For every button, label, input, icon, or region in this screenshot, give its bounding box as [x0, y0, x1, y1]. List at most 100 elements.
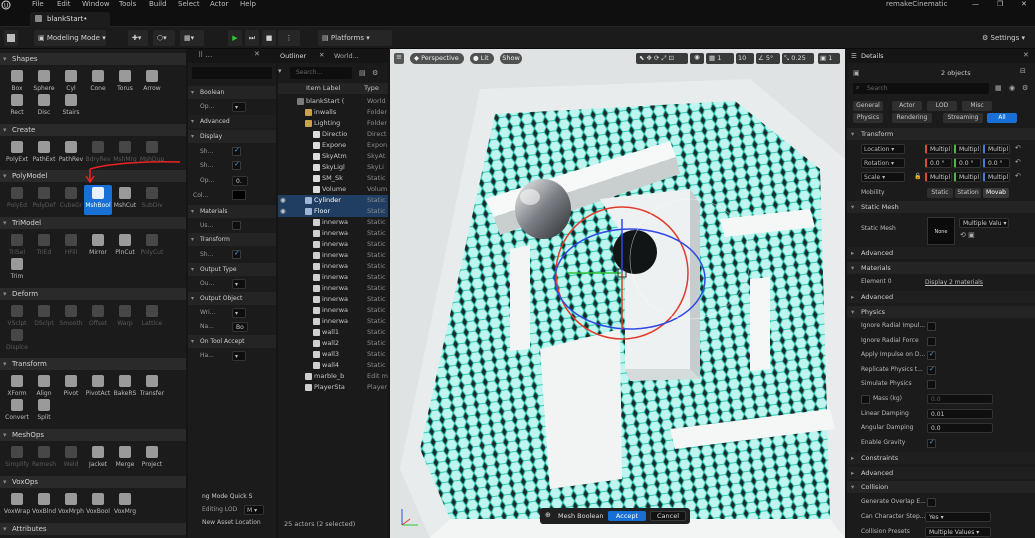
section-voxops[interactable]: VoxOps [0, 476, 186, 488]
grid-size[interactable]: 10 [736, 53, 754, 64]
menu-edit[interactable]: Edit [57, 0, 71, 8]
details-tab[interactable]: Details [861, 52, 884, 60]
unreal-logo-icon[interactable]: U [1, 0, 21, 10]
props-tab-icon[interactable]: ⠿ … [198, 51, 212, 59]
details-search-input[interactable]: Search [853, 83, 989, 94]
physics-hdr[interactable]: Physics [847, 306, 1035, 318]
location-dropdown[interactable]: Location ▾ [861, 144, 905, 154]
props-search[interactable] [192, 67, 272, 79]
reset-arrow-icon[interactable]: ↶ [1015, 144, 1021, 152]
outliner-row[interactable]: ◉ Floor Static [278, 206, 388, 217]
outliner-row[interactable]: innerwa Static [278, 272, 388, 283]
loc-y-field[interactable]: Multipl [954, 144, 981, 154]
tool-project[interactable]: Project [138, 444, 166, 474]
reset-arrow-icon[interactable]: ↶ [1015, 158, 1021, 166]
visibility-eye-icon[interactable]: ◉ [280, 206, 286, 217]
perspective-button[interactable]: ◆ Perspective [410, 53, 464, 64]
mode-dropdown[interactable]: ▣ Modeling Mode ▾ [34, 30, 106, 46]
section-deform[interactable]: Deform [0, 288, 186, 300]
loc-z-field[interactable]: Multipl [983, 144, 1010, 154]
menu-window[interactable]: Window [82, 0, 110, 8]
scale-dropdown[interactable]: Scale ▾ [861, 172, 905, 182]
tool-remesh[interactable]: Remesh [30, 444, 58, 474]
world-tab[interactable]: World... [334, 52, 359, 60]
outliner-row[interactable]: wall4 Static [278, 360, 388, 371]
filter-physics[interactable]: Physics [853, 113, 883, 123]
op-value-field[interactable]: 0. [232, 176, 248, 186]
sh2-checkbox[interactable] [232, 160, 241, 170]
menu-select[interactable]: Select [178, 0, 200, 8]
level-viewport[interactable]: ≡ ◆ Perspective ● Lit Show ⬉✥⟳⤢⊡ ◉ ▦ 1 1… [390, 49, 845, 538]
tool-mshmrg[interactable]: MshMrg [111, 139, 139, 169]
sh1-checkbox[interactable] [232, 146, 241, 156]
outliner-row[interactable]: innerwa Static [278, 228, 388, 239]
tool-split[interactable]: Split [30, 397, 58, 427]
outliner-row[interactable]: innerwa Static [278, 261, 388, 272]
filter-all[interactable]: All [987, 113, 1017, 123]
tool-hfill[interactable]: HFill [57, 232, 85, 262]
visibility-eye-icon[interactable]: ◉ [280, 195, 286, 206]
props-output-type-hdr[interactable]: Output Type [188, 263, 276, 276]
tool-mirror[interactable]: Mirror [84, 232, 112, 262]
outliner-row[interactable]: Directio Direct [278, 129, 388, 140]
tool-voxwrap[interactable]: VoxWrap [3, 491, 31, 521]
tool-subdiv[interactable]: SubDiv [138, 185, 166, 215]
section-transform[interactable]: Transform [0, 358, 186, 370]
props-output-object-hdr[interactable]: Output Object [188, 292, 276, 305]
menu-help[interactable]: Help [240, 0, 256, 8]
outliner-row[interactable]: innerwa Static [278, 316, 388, 327]
props-on-tool-accept-hdr[interactable]: On Tool Accept [188, 335, 276, 348]
filter-misc[interactable]: Misc [962, 101, 992, 111]
tool-pivot[interactable]: Pivot [57, 373, 85, 403]
outliner-row[interactable]: innerwa Static [278, 217, 388, 228]
scl-z-field[interactable]: Multipl [983, 172, 1010, 182]
props-materials-hdr[interactable]: Materials [188, 205, 276, 218]
outliner-search-input[interactable]: Search... [290, 67, 352, 79]
filter-icon[interactable]: ▾ [278, 67, 290, 79]
rot-x-field[interactable]: 0.0 ° [925, 158, 952, 168]
level-tab[interactable]: blankStart• [30, 12, 110, 27]
tool-pathrev[interactable]: PathRev [57, 139, 85, 169]
physics-checkbox[interactable] [927, 350, 936, 361]
linear-damping-field[interactable]: 0.01 [927, 408, 993, 419]
section-trimodel[interactable]: TriModel [0, 217, 186, 229]
tool-smooth[interactable]: Smooth [57, 303, 85, 333]
step-icon[interactable]: ⏭ [245, 30, 259, 46]
col-type[interactable]: Type [364, 83, 379, 94]
tool-cone[interactable]: Cone [84, 68, 112, 98]
world-space-icon[interactable]: ◉ [690, 53, 704, 64]
details-settings-icon[interactable]: ⚙ [1022, 84, 1028, 92]
add-actor-button[interactable]: ✚▾ [128, 30, 148, 46]
outliner-row[interactable]: innerwa Static [278, 294, 388, 305]
ou-dropdown[interactable]: ▾ [232, 279, 246, 289]
tool-disc[interactable]: Disc [30, 92, 58, 122]
tool-polyed[interactable]: PolyEd [3, 185, 31, 215]
play-options-icon[interactable]: ⋮ [278, 30, 300, 46]
close-icon[interactable]: ✕ [1021, 0, 1027, 8]
tool-merge[interactable]: Merge [111, 444, 139, 474]
outliner-row[interactable]: PlayerSta Player [278, 382, 388, 393]
browse-icon[interactable]: ⟲ ▣ [960, 231, 975, 239]
outliner-close-icon[interactable]: ✕ [319, 51, 324, 59]
tool-stairs[interactable]: Stairs [57, 92, 85, 122]
tool-jacket[interactable]: Jacket [84, 444, 112, 474]
viewport-menu-icon[interactable]: ≡ [394, 53, 404, 64]
tool-pathext[interactable]: PathExt [30, 139, 58, 169]
settings-button[interactable]: ⚙ Settings ▾ [978, 30, 1030, 46]
props-boolean-hdr[interactable]: Boolean [188, 86, 276, 99]
filter-streaming[interactable]: Streaming [943, 113, 983, 123]
eye-icon[interactable]: ◉ [1009, 84, 1015, 92]
display-materials-link[interactable]: Display 2 materials [925, 279, 983, 286]
tool-trim[interactable]: Trim [3, 256, 31, 286]
angular-damping-field[interactable]: 0.0 [927, 423, 993, 434]
physics-checkbox[interactable] [927, 336, 936, 346]
outliner-row[interactable]: blankStart (World [278, 96, 388, 107]
name-field[interactable]: Bo [232, 322, 248, 332]
rotation-snap[interactable]: ∠ 5° [756, 53, 780, 64]
tool-rect[interactable]: Rect [3, 92, 31, 122]
col-item-label[interactable]: Item Label [306, 83, 340, 94]
tool-transfer[interactable]: Transfer [138, 373, 166, 403]
lod-dropdown[interactable]: M ▾ [244, 505, 264, 515]
scl-x-field[interactable]: Multipl [925, 172, 952, 182]
accept-button[interactable]: Accept [608, 511, 646, 521]
